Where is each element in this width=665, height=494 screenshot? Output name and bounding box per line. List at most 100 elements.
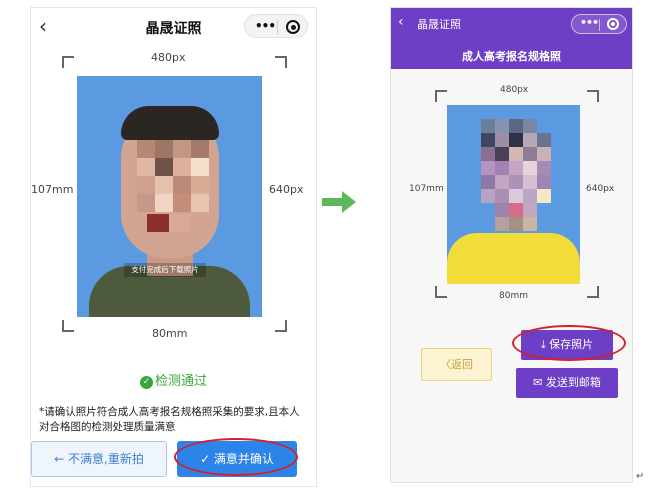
mosaic-tile	[509, 203, 523, 217]
frame-corner-top-right	[587, 90, 599, 102]
retake-button[interactable]: ← 不满意,重新拍	[31, 441, 167, 477]
notice-line-1: *请确认照片符合成人高考报名规格照采集的要求,且本人	[39, 406, 300, 418]
id-photo-preview: 支付完成后下载照片	[77, 76, 262, 317]
frame-corner-bottom-right	[275, 320, 287, 332]
mosaic-tile	[509, 147, 523, 161]
frame-corner-bottom-left	[435, 286, 447, 298]
mosaic-tile	[495, 147, 509, 161]
mosaic-tile	[537, 175, 551, 189]
frame-corner-top-left	[435, 90, 447, 102]
mosaic-tile	[155, 140, 173, 158]
mosaic-tile	[137, 176, 155, 194]
mosaic-tile	[523, 175, 537, 189]
mosaic-tile	[173, 176, 191, 194]
right-nav-title: 晶晟证照	[417, 18, 461, 31]
capsule-divider	[277, 20, 278, 34]
frame-corner-top-right	[275, 56, 287, 68]
return-button[interactable]: 〈返回	[421, 348, 492, 381]
right-header: ‹ 晶晟证照 ••• 成人高考报名规格照	[391, 8, 632, 69]
mosaic-tile	[495, 161, 509, 175]
mosaic-tile	[191, 158, 209, 176]
mosaic-tile	[509, 133, 523, 147]
photo-yellow-shirt	[447, 233, 580, 284]
mosaic-tile	[137, 194, 155, 212]
mosaic-tile	[495, 203, 509, 217]
mosaic-tile	[173, 140, 191, 158]
send-email-button[interactable]: ✉ 发送到邮箱	[516, 368, 618, 398]
mosaic-tile	[495, 189, 509, 203]
frame-corner-bottom-right	[587, 286, 599, 298]
highlight-ellipse-save	[512, 325, 626, 361]
photo-height-label: 640px	[269, 183, 304, 196]
highlight-ellipse-confirm	[174, 438, 298, 476]
mosaic-tile	[537, 133, 551, 147]
mosaic-tile	[523, 133, 537, 147]
paper-height-label: 107mm	[31, 183, 74, 196]
left-phone-screen: ‹ 晶晟证照 ••• 480px 107mm 640px 80mm 支付完成后下…	[30, 7, 317, 487]
frame-corner-top-left	[62, 56, 74, 68]
confirmation-notice: *请确认照片符合成人高考报名规格照采集的要求,且本人 对合格图的检测处理质量满意	[39, 405, 313, 435]
paper-height-label: 107mm	[409, 184, 444, 194]
mosaic-tile	[191, 176, 209, 194]
mini-program-capsule: •••	[244, 14, 308, 38]
mosaic-tile	[509, 217, 523, 231]
spec-subtitle: 成人高考报名规格照	[462, 50, 561, 63]
more-dots-icon[interactable]: •••	[580, 16, 599, 29]
notice-line-2: 对合格图的检测处理质量满意	[39, 421, 176, 433]
mosaic-tile	[509, 175, 523, 189]
frame-corner-bottom-left	[62, 320, 74, 332]
mosaic-tile	[481, 175, 495, 189]
photo-height-label: 640px	[586, 184, 615, 194]
paper-width-label: 80mm	[499, 291, 528, 301]
detection-status: ✓ 检测通过	[31, 370, 316, 389]
mosaic-tile	[191, 140, 209, 158]
mosaic-tile	[481, 119, 495, 133]
mosaic-tile	[173, 194, 191, 212]
check-circle-icon: ✓	[139, 376, 153, 389]
mosaic-tile	[481, 161, 495, 175]
mosaic-tile	[495, 119, 509, 133]
mosaic-tile	[537, 161, 551, 175]
mosaic-tile	[481, 147, 495, 161]
mosaic-tile	[509, 119, 523, 133]
mosaic-tile	[191, 194, 209, 212]
detection-status-text: 检测通过	[154, 374, 207, 389]
mosaic-tile	[537, 189, 551, 203]
mosaic-tile	[155, 158, 173, 176]
mosaic-tile	[495, 133, 509, 147]
right-arrow-icon	[322, 191, 356, 213]
mosaic-tile	[173, 158, 191, 176]
capsule-divider	[599, 19, 600, 31]
mosaic-tile	[495, 217, 509, 231]
mosaic-tile	[523, 161, 537, 175]
mosaic-tile	[523, 217, 537, 231]
paper-width-label: 80mm	[152, 327, 188, 340]
photo-width-label: 480px	[500, 85, 529, 95]
photo-width-label: 480px	[151, 51, 186, 64]
right-phone-screen: ‹ 晶晟证照 ••• 成人高考报名规格照 480px 107mm 640px 8…	[390, 7, 633, 483]
photo-hair	[121, 106, 219, 140]
mosaic-tile	[523, 189, 537, 203]
mosaic-tile	[495, 175, 509, 189]
mosaic-tile	[481, 189, 495, 203]
more-dots-icon[interactable]: •••	[255, 19, 276, 33]
mosaic-tile	[155, 194, 173, 212]
mosaic-tile	[147, 214, 169, 232]
mosaic-tile	[523, 119, 537, 133]
mosaic-tile	[169, 214, 191, 232]
mosaic-tile	[523, 203, 537, 217]
close-target-icon[interactable]	[286, 20, 300, 34]
mosaic-tile	[509, 189, 523, 203]
mosaic-tile	[137, 140, 155, 158]
mosaic-tile	[155, 176, 173, 194]
mosaic-tile	[509, 161, 523, 175]
mosaic-tile	[523, 147, 537, 161]
mosaic-tile	[137, 158, 155, 176]
close-target-icon[interactable]	[607, 18, 619, 30]
processed-photo-preview	[447, 105, 580, 284]
paragraph-return-mark: ↵	[636, 471, 645, 482]
mini-program-capsule: •••	[571, 14, 627, 34]
back-chevron-icon[interactable]: ‹	[398, 14, 404, 30]
mosaic-tile	[537, 147, 551, 161]
mosaic-tile	[481, 133, 495, 147]
